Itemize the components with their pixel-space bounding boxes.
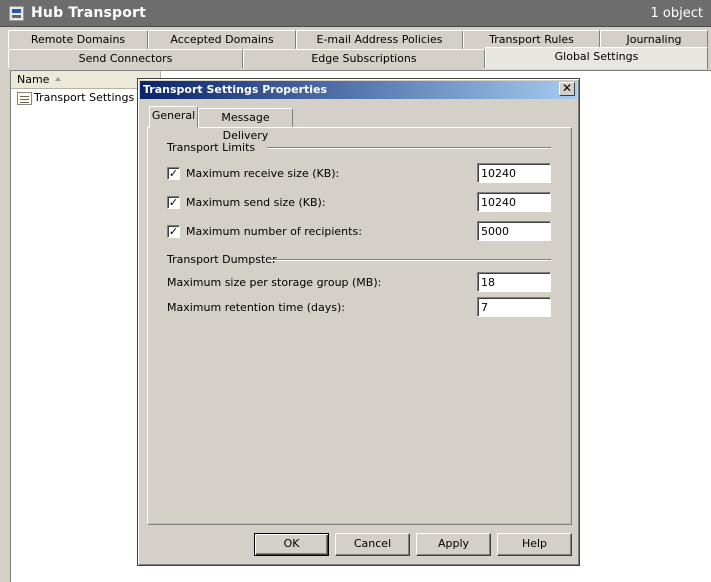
max-receive-checkbox[interactable]: ✓ — [167, 167, 180, 180]
dialog-title: Transport Settings Properties — [143, 83, 328, 96]
tab-general[interactable]: General — [149, 106, 198, 128]
max-retention-input[interactable] — [477, 297, 551, 317]
tab-send-connectors[interactable]: Send Connectors — [8, 49, 243, 68]
checkmark-icon: ✓ — [168, 196, 179, 209]
hub-transport-icon — [9, 6, 24, 21]
tab-global-settings[interactable]: Global Settings — [485, 47, 708, 69]
tab-remote-domains[interactable]: Remote Domains — [8, 30, 148, 49]
tab-message-delivery[interactable]: Message Delivery — [198, 108, 293, 142]
close-icon: ✕ — [561, 81, 573, 95]
max-storage-group-label: Maximum size per storage group (MB): — [167, 276, 382, 289]
sort-ascending-icon — [55, 77, 61, 81]
tab-email-address-policies[interactable]: E-mail Address Policies — [296, 30, 463, 49]
object-count: 1 object — [650, 6, 703, 21]
max-send-label: Maximum send size (KB): — [186, 196, 326, 209]
help-button[interactable]: Help — [497, 533, 572, 556]
max-recipients-input[interactable] — [477, 221, 551, 241]
transport-settings-dialog: Transport Settings Properties ✕ General … — [137, 78, 580, 566]
dialog-title-bar[interactable]: Transport Settings Properties — [140, 81, 577, 99]
apply-button[interactable]: Apply — [416, 533, 491, 556]
max-receive-label: Maximum receive size (KB): — [186, 167, 340, 180]
max-recipients-label: Maximum number of recipients: — [186, 225, 362, 238]
hub-transport-header: Hub Transport 1 object — [0, 0, 711, 27]
tab-edge-subscriptions[interactable]: Edge Subscriptions — [243, 49, 485, 68]
max-recipients-checkbox[interactable]: ✓ — [167, 225, 180, 238]
max-receive-input[interactable] — [477, 163, 551, 183]
section-divider — [267, 147, 551, 149]
max-send-checkbox[interactable]: ✓ — [167, 196, 180, 209]
checkmark-icon: ✓ — [168, 167, 179, 180]
max-send-input[interactable] — [477, 192, 551, 212]
list-item-label: Transport Settings — [34, 91, 135, 104]
section-divider — [267, 259, 551, 261]
transport-dumpster-heading: Transport Dumpster — [167, 253, 277, 266]
checkmark-icon: ✓ — [168, 225, 179, 238]
cancel-button[interactable]: Cancel — [335, 533, 410, 556]
general-tab-panel — [147, 127, 572, 525]
transport-settings-icon — [17, 92, 32, 105]
tab-accepted-domains[interactable]: Accepted Domains — [148, 30, 296, 49]
transport-limits-heading: Transport Limits — [167, 141, 256, 154]
page-title: Hub Transport — [31, 5, 147, 21]
max-storage-group-input[interactable] — [477, 272, 551, 292]
ok-button[interactable]: OK — [254, 533, 329, 556]
close-button[interactable]: ✕ — [559, 82, 575, 96]
max-retention-label: Maximum retention time (days): — [167, 301, 345, 314]
